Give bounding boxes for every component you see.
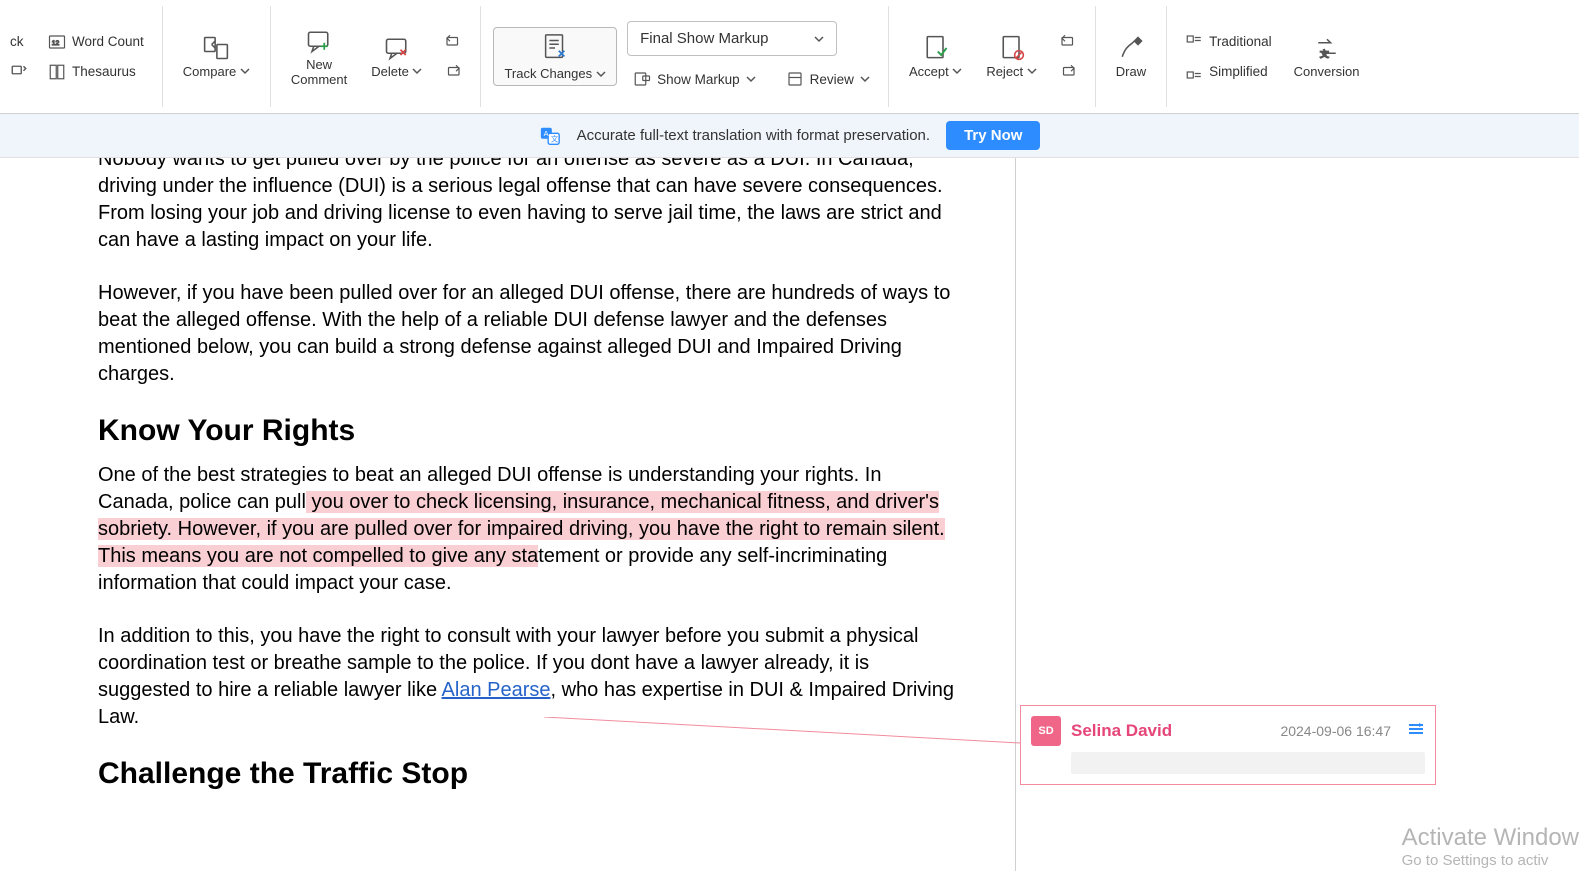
track-changes-label: Track Changes (504, 66, 606, 81)
comment-card[interactable]: SD Selina David 2024-09-06 16:47 (1020, 705, 1436, 785)
new-comment-icon (305, 27, 333, 55)
new-comment-button[interactable]: New Comment (283, 23, 355, 91)
conversion-button[interactable]: 文 Conversion (1286, 30, 1368, 83)
chevron-down-icon (952, 66, 962, 76)
paragraph: Nobody wants to get pulled over by the p… (98, 158, 955, 254)
document-area: Nobody wants to get pulled over by the p… (0, 158, 1579, 883)
reject-label: Reject (986, 64, 1036, 79)
watermark-subtitle: Go to Settings to activ (1402, 852, 1579, 869)
reject-icon (998, 34, 1026, 62)
heading-challenge-stop: Challenge the Traffic Stop (98, 757, 955, 791)
show-markup-label: Show Markup (657, 72, 740, 87)
review-pane-icon (786, 70, 804, 88)
display-for-review-select[interactable]: Final Show Markup (627, 21, 837, 56)
simplified-button[interactable]: Simplified (1179, 59, 1278, 85)
draw-group: Draw (1096, 6, 1167, 107)
comments-group: New Comment Delete (271, 6, 482, 107)
chevron-down-icon (860, 74, 870, 84)
paragraph: In addition to this, you have the right … (98, 623, 955, 731)
word-count-button[interactable]: 12 Word Count (42, 29, 150, 55)
show-markup-button[interactable]: Show Markup (627, 66, 762, 92)
chevron-down-icon (814, 34, 824, 44)
paragraph: However, if you have been pulled over fo… (98, 280, 955, 388)
draw-icon (1117, 34, 1145, 62)
comment-menu-icon[interactable] (1407, 722, 1425, 741)
chevron-down-icon (1027, 66, 1037, 76)
simplified-icon (1185, 63, 1203, 81)
chevron-down-icon (746, 74, 756, 84)
spellcheck-partial[interactable]: ck (4, 30, 34, 53)
accept-button[interactable]: Accept (901, 30, 970, 83)
chevron-down-icon (412, 66, 422, 76)
translation-banner: A文 Accurate full-text translation with f… (0, 114, 1579, 158)
try-now-button[interactable]: Try Now (946, 121, 1040, 150)
chevron-down-icon (596, 69, 606, 79)
tracking-group: Track Changes Final Show Markup Show Mar… (481, 6, 888, 107)
new-comment-label: New Comment (291, 57, 347, 87)
comment-body-input[interactable] (1071, 752, 1425, 774)
svg-text:A: A (543, 129, 548, 138)
next-comment-icon (444, 63, 462, 81)
compare-icon (202, 34, 230, 62)
prev-comment-button[interactable] (438, 29, 468, 55)
prev-comment-icon (444, 33, 462, 51)
comment-timestamp: 2024-09-06 16:47 (1280, 723, 1391, 739)
show-markup-icon (633, 70, 651, 88)
compare-label: Compare (183, 64, 250, 79)
conversion-label: Conversion (1294, 64, 1360, 79)
readaloud-icon (10, 61, 28, 79)
next-comment-button[interactable] (438, 59, 468, 85)
svg-text:文: 文 (1320, 48, 1329, 59)
traditional-icon (1185, 33, 1203, 51)
translate-icon: A文 (539, 125, 561, 147)
svg-text:文: 文 (550, 134, 558, 143)
chevron-down-icon (240, 66, 250, 76)
chinese-group: Traditional Simplified 文 Conversion (1167, 6, 1379, 107)
heading-know-your-rights: Know Your Rights (98, 414, 955, 448)
word-count-label: Word Count (72, 34, 144, 49)
conversion-icon: 文 (1313, 34, 1341, 62)
delete-comment-label: Delete (371, 64, 422, 79)
draw-label: Draw (1116, 64, 1146, 79)
traditional-button[interactable]: Traditional (1179, 29, 1278, 55)
watermark-title: Activate Window (1402, 824, 1579, 852)
prev-change-icon (1059, 33, 1077, 51)
reject-button[interactable]: Reject (978, 30, 1044, 83)
delete-comment-icon (383, 34, 411, 62)
next-change-icon (1059, 63, 1077, 81)
draw-button[interactable]: Draw (1108, 30, 1154, 83)
link-alan-pearse[interactable]: Alan Pearse (442, 679, 551, 701)
svg-text:12: 12 (52, 40, 60, 47)
proofing-group: ck 12 Word Count Thesaurus (0, 6, 163, 107)
accept-icon (922, 34, 950, 62)
delete-comment-button[interactable]: Delete (363, 30, 430, 83)
review-ribbon: ck 12 Word Count Thesaurus (0, 0, 1579, 114)
prev-change-button[interactable] (1053, 29, 1083, 55)
compare-group: Compare (163, 6, 271, 107)
changes-group: Accept Reject (889, 6, 1096, 107)
avatar: SD (1031, 716, 1061, 746)
banner-text: Accurate full-text translation with form… (577, 127, 930, 144)
thesaurus-label: Thesaurus (72, 64, 136, 79)
readaloud-partial[interactable] (4, 57, 34, 83)
word-count-icon: 12 (48, 33, 66, 51)
display-for-review-value: Final Show Markup (640, 30, 768, 47)
activate-windows-watermark: Activate Window Go to Settings to activ (1402, 824, 1579, 869)
thesaurus-icon (48, 63, 66, 81)
paragraph-highlighted: One of the best strategies to beat an al… (98, 462, 955, 597)
review-pane-label: Review (810, 72, 854, 87)
track-changes-icon (540, 32, 570, 62)
track-changes-button[interactable]: Track Changes (493, 27, 617, 86)
compare-button[interactable]: Compare (175, 30, 258, 83)
next-change-button[interactable] (1053, 59, 1083, 85)
document-page[interactable]: Nobody wants to get pulled over by the p… (0, 158, 1016, 871)
review-pane-button[interactable]: Review (780, 66, 876, 92)
accept-label: Accept (909, 64, 962, 79)
comment-header: SD Selina David 2024-09-06 16:47 (1031, 716, 1425, 746)
traditional-label: Traditional (1209, 34, 1272, 49)
thesaurus-button[interactable]: Thesaurus (42, 59, 150, 85)
comment-author: Selina David (1071, 721, 1270, 741)
simplified-label: Simplified (1209, 64, 1268, 79)
